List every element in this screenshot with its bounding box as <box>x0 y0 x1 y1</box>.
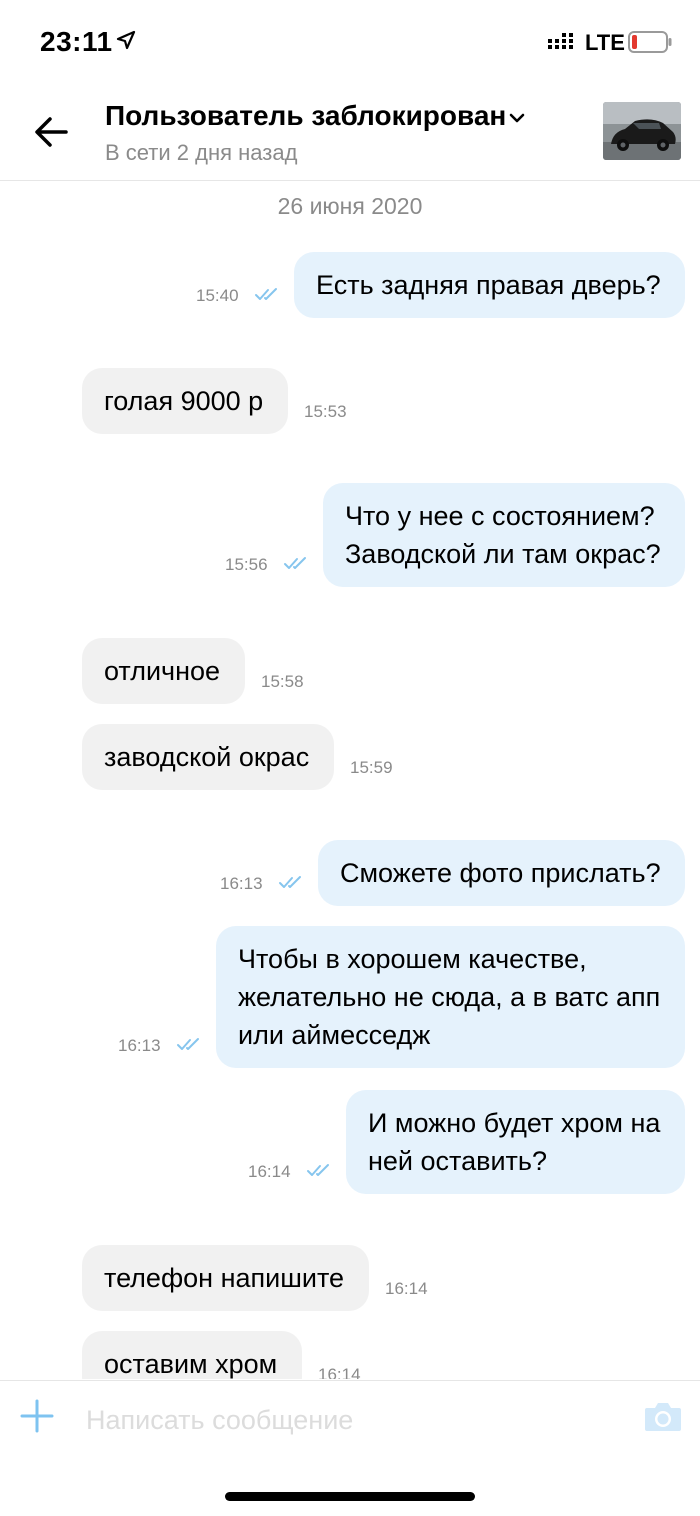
read-checkmark-icon <box>278 873 308 891</box>
outgoing-message[interactable]: И можно будет хром на ней оставить? <box>346 1090 685 1194</box>
message-text: Сможете фото прислать? <box>340 858 661 888</box>
message-text: или аймесседж <box>238 1020 431 1050</box>
message-time: 15:59 <box>350 758 393 777</box>
message-text: желательно не сюда, а в ватс апп <box>238 982 661 1012</box>
message-text: телефон напишите <box>104 1263 345 1293</box>
message-input[interactable] <box>84 1399 608 1441</box>
date-separator: 26 июня 2020 <box>277 193 423 219</box>
location-arrow-icon <box>116 30 136 50</box>
outgoing-message[interactable]: Что у нее с состоянием? Заводской ли там … <box>323 483 685 587</box>
incoming-message[interactable]: отличное <box>82 638 245 704</box>
attach-plus-icon[interactable] <box>20 1399 54 1433</box>
battery-icon <box>628 31 672 53</box>
outgoing-message[interactable]: Чтобы в хорошем качестве, желательно не с… <box>216 926 685 1068</box>
read-checkmark-icon <box>306 1161 336 1179</box>
status-bar: 23:11 LTE <box>0 0 700 88</box>
chat-messages[interactable]: 26 июня 2020 Есть задняя правая дверь? 15… <box>0 181 700 1379</box>
back-arrow-icon[interactable] <box>30 112 72 152</box>
message-text: отличное <box>104 656 221 686</box>
network-type: LTE <box>585 30 625 55</box>
chat-header: Пользователь заблокирован В сети 2 дня н… <box>0 88 700 181</box>
message-time: 16:13 <box>118 1036 161 1055</box>
message-time: 15:58 <box>261 672 304 691</box>
avatar[interactable] <box>603 102 681 160</box>
message-time: 16:14 <box>248 1162 291 1181</box>
message-time: 15:56 <box>225 555 268 574</box>
message-text: заводской окрас <box>104 742 310 772</box>
read-checkmark-icon <box>254 285 284 303</box>
chat-title[interactable]: Пользователь заблокирован <box>105 100 506 132</box>
message-text: голая 9000 р <box>104 386 264 416</box>
message-text: Есть задняя правая дверь? <box>316 270 661 300</box>
incoming-message[interactable]: оставим хром <box>82 1331 302 1379</box>
cellular-signal-icon <box>548 33 573 49</box>
camera-icon[interactable] <box>643 1399 683 1433</box>
incoming-message[interactable]: заводской окрас <box>82 724 334 790</box>
online-status: В сети 2 дня назад <box>105 140 298 165</box>
message-time: 16:13 <box>220 874 263 893</box>
message-text: Что у нее с состоянием? <box>345 501 655 531</box>
message-text: оставим хром <box>104 1349 278 1379</box>
message-text: И можно будет хром на <box>368 1108 661 1138</box>
message-time: 16:14 <box>385 1279 428 1298</box>
message-text: Заводской ли там окрас? <box>345 539 661 569</box>
message-time: 15:53 <box>304 402 347 421</box>
read-checkmark-icon <box>176 1035 206 1053</box>
message-time: 16:14 <box>318 1365 361 1379</box>
message-text: Чтобы в хорошем качестве, <box>238 944 587 974</box>
status-time: 23:11 <box>40 26 113 57</box>
outgoing-message[interactable]: Есть задняя правая дверь? <box>294 252 685 318</box>
incoming-message[interactable]: голая 9000 р <box>82 368 288 434</box>
message-composer <box>0 1380 700 1457</box>
home-indicator[interactable] <box>225 1492 475 1501</box>
message-text: ней оставить? <box>368 1146 547 1176</box>
chevron-down-icon[interactable] <box>507 110 527 126</box>
outgoing-message[interactable]: Сможете фото прислать? <box>318 840 685 906</box>
incoming-message[interactable]: телефон напишите <box>82 1245 369 1311</box>
message-time: 15:40 <box>196 286 239 305</box>
read-checkmark-icon <box>283 554 313 572</box>
